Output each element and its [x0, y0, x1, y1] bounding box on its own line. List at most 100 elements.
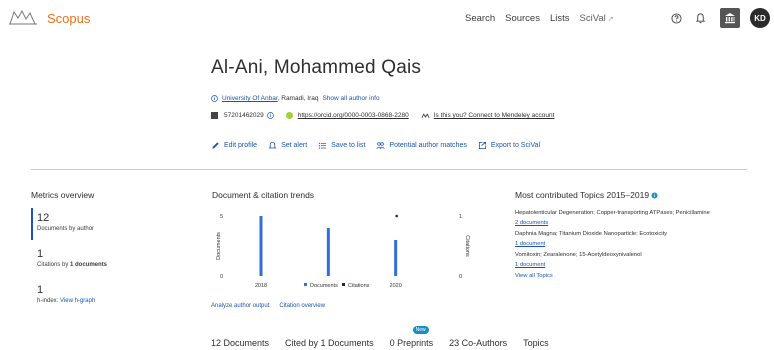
- topic-documents-link[interactable]: 1 document: [515, 262, 755, 268]
- potential-author-matches-label: Potential author matches: [389, 142, 467, 149]
- nav-sources[interactable]: Sources: [505, 13, 540, 24]
- top-navigation: Scopus Search Sources Lists SciVal ↗ KD: [0, 0, 774, 38]
- save-to-list-button[interactable]: Save to list: [318, 141, 365, 150]
- external-link-icon: ↗: [607, 16, 614, 23]
- tab-preprints-label: 0 Preprints: [389, 338, 434, 348]
- legend-documents-label: Documents: [310, 283, 338, 289]
- nav-scival-label: SciVal: [579, 13, 606, 24]
- mendeley-connect[interactable]: Is this you? Connect to Mendeley account: [421, 112, 555, 119]
- x-tick-label: 2018: [255, 283, 267, 289]
- analyze-author-output-link[interactable]: Analyze author output: [211, 303, 269, 309]
- tab-cited-by[interactable]: Cited by 1 Documents: [285, 338, 374, 350]
- trend-chart-svg: Documents Citations 0 5 0 1 2018 2020 Documents C…: [216, 214, 470, 289]
- metrics-overview-title: Metrics overview: [31, 190, 95, 200]
- hindex-value: 1: [37, 284, 44, 296]
- hindex-label-text: h-index:: [37, 298, 59, 304]
- documents-count: 12: [37, 212, 50, 224]
- topic-name[interactable]: Hepatolenticular Degeneration; Copper-tr…: [515, 210, 755, 216]
- scopus-brand[interactable]: Scopus: [47, 11, 90, 26]
- people-icon: [376, 142, 386, 149]
- hindex-metric[interactable]: 1 h-index: View h-graph: [37, 284, 95, 304]
- info-icon[interactable]: [651, 192, 658, 199]
- topics-title-text: Most contributed Topics 2015–2019: [515, 190, 650, 200]
- topic-item: Vomitoxin; Zearalenone; 15-Acetyldeoxyni…: [515, 252, 755, 268]
- tab-preprints[interactable]: 0 Preprints New: [389, 326, 434, 350]
- scopus-author-id: 57201462029: [224, 112, 264, 119]
- author-actions: Edit profile Set alert Save to list Pote…: [211, 141, 540, 150]
- author-name: Al-Ani, Mohammed Qais: [211, 57, 422, 78]
- author-tabs: 12 Documents Cited by 1 Documents 0 Prep…: [211, 326, 549, 350]
- right-tick-label: 1: [459, 214, 462, 220]
- topics-list: Hepatolenticular Degeneration; Copper-tr…: [515, 210, 755, 279]
- x-tick-label: 2020: [390, 283, 402, 289]
- user-avatar[interactable]: KD: [750, 8, 770, 28]
- bell-icon[interactable]: [691, 9, 709, 27]
- documents-bar: [394, 240, 398, 276]
- nav-scival[interactable]: SciVal ↗: [580, 13, 614, 24]
- chart-links: Analyze author output Citation overview: [211, 303, 325, 309]
- tab-co-authors[interactable]: 23 Co-Authors: [449, 338, 507, 350]
- view-h-graph-link[interactable]: View h-graph: [60, 298, 95, 304]
- elsevier-logo[interactable]: [6, 8, 40, 26]
- documents-bar: [259, 216, 263, 276]
- bell-icon: [268, 141, 277, 149]
- info-icon: [211, 95, 218, 102]
- mendeley-icon: [421, 112, 430, 118]
- institution-icon[interactable]: [720, 8, 740, 28]
- edit-profile-label: Edit profile: [224, 142, 258, 149]
- citations-count: 1: [37, 248, 44, 260]
- documents-bar: [326, 228, 330, 276]
- tab-topics[interactable]: Topics: [523, 338, 549, 350]
- info-icon[interactable]: [266, 112, 274, 119]
- citations-label-docs: 1 documents: [70, 262, 108, 268]
- list-icon: [319, 142, 327, 149]
- y-axis-label-citations: Citations: [464, 235, 470, 257]
- topic-item: Hepatolenticular Degeneration; Copper-tr…: [515, 210, 755, 226]
- metric-highlight-bar: [31, 208, 33, 240]
- legend-documents-swatch: [304, 283, 307, 286]
- section-divider: [31, 169, 747, 170]
- right-tick-label: 0: [459, 274, 462, 280]
- set-alert-label: Set alert: [281, 142, 308, 149]
- nav-lists[interactable]: Lists: [550, 13, 570, 24]
- identifiers-row: 57201462029 https://orcid.org/0000-0003-…: [211, 112, 554, 119]
- topics-title: Most contributed Topics 2015–2019: [515, 190, 658, 200]
- scopus-id-icon: [211, 112, 218, 119]
- citations-metric[interactable]: 1 Citations by 1 documents: [37, 248, 107, 268]
- pencil-icon: [212, 142, 219, 149]
- export-to-scival-label: Export to SciVal: [490, 142, 541, 149]
- document-citation-chart: Documents Citations 0 5 0 1 2018 2020 Documents C…: [211, 203, 481, 313]
- help-icon[interactable]: [667, 9, 685, 27]
- set-alert-button[interactable]: Set alert: [268, 141, 307, 150]
- export-to-scival-button[interactable]: Export to SciVal: [478, 141, 540, 150]
- show-all-author-info-link[interactable]: Show all author info: [322, 95, 379, 102]
- legend-citations-swatch: [342, 283, 345, 286]
- view-all-topics-link[interactable]: View all Topics: [515, 273, 755, 279]
- citation-overview-link[interactable]: Citation overview: [279, 303, 325, 309]
- orcid-link[interactable]: https://orcid.org/0000-0003-0868-2280: [298, 112, 409, 119]
- topic-item: Daphnia Magna; Titanium Dioxide Nanopart…: [515, 231, 755, 247]
- topic-name[interactable]: Vomitoxin; Zearalenone; 15-Acetyldeoxyni…: [515, 252, 755, 258]
- documents-label: Documents by author: [37, 226, 95, 232]
- left-tick-label: 5: [220, 214, 223, 220]
- edit-profile-button[interactable]: Edit profile: [211, 141, 257, 150]
- topic-documents-link[interactable]: 2 documents: [515, 220, 755, 226]
- mendeley-link[interactable]: Is this you? Connect to Mendeley account: [434, 112, 555, 119]
- citations-label-text: Citations by: [37, 262, 71, 268]
- orcid-icon: [285, 112, 293, 119]
- documents-metric[interactable]: 12 Documents by author: [37, 212, 94, 232]
- hindex-label: h-index: View h-graph: [37, 298, 95, 304]
- nav-search[interactable]: Search: [465, 13, 495, 24]
- export-icon: [478, 141, 486, 150]
- topic-documents-link[interactable]: 1 document: [515, 241, 755, 247]
- citations-point: [395, 214, 398, 218]
- new-badge: New: [412, 326, 429, 334]
- topic-name[interactable]: Daphnia Magna; Titanium Dioxide Nanopart…: [515, 231, 755, 237]
- tab-documents[interactable]: 12 Documents: [211, 338, 269, 350]
- save-to-list-label: Save to list: [331, 142, 366, 149]
- main-nav: Search Sources Lists SciVal ↗: [465, 13, 614, 24]
- affiliation-link[interactable]: University Of Anbar: [222, 95, 278, 102]
- affiliation-location: , Ramadi, Iraq: [277, 95, 319, 102]
- trends-title: Document & citation trends: [212, 190, 315, 200]
- potential-author-matches-button[interactable]: Potential author matches: [376, 141, 467, 150]
